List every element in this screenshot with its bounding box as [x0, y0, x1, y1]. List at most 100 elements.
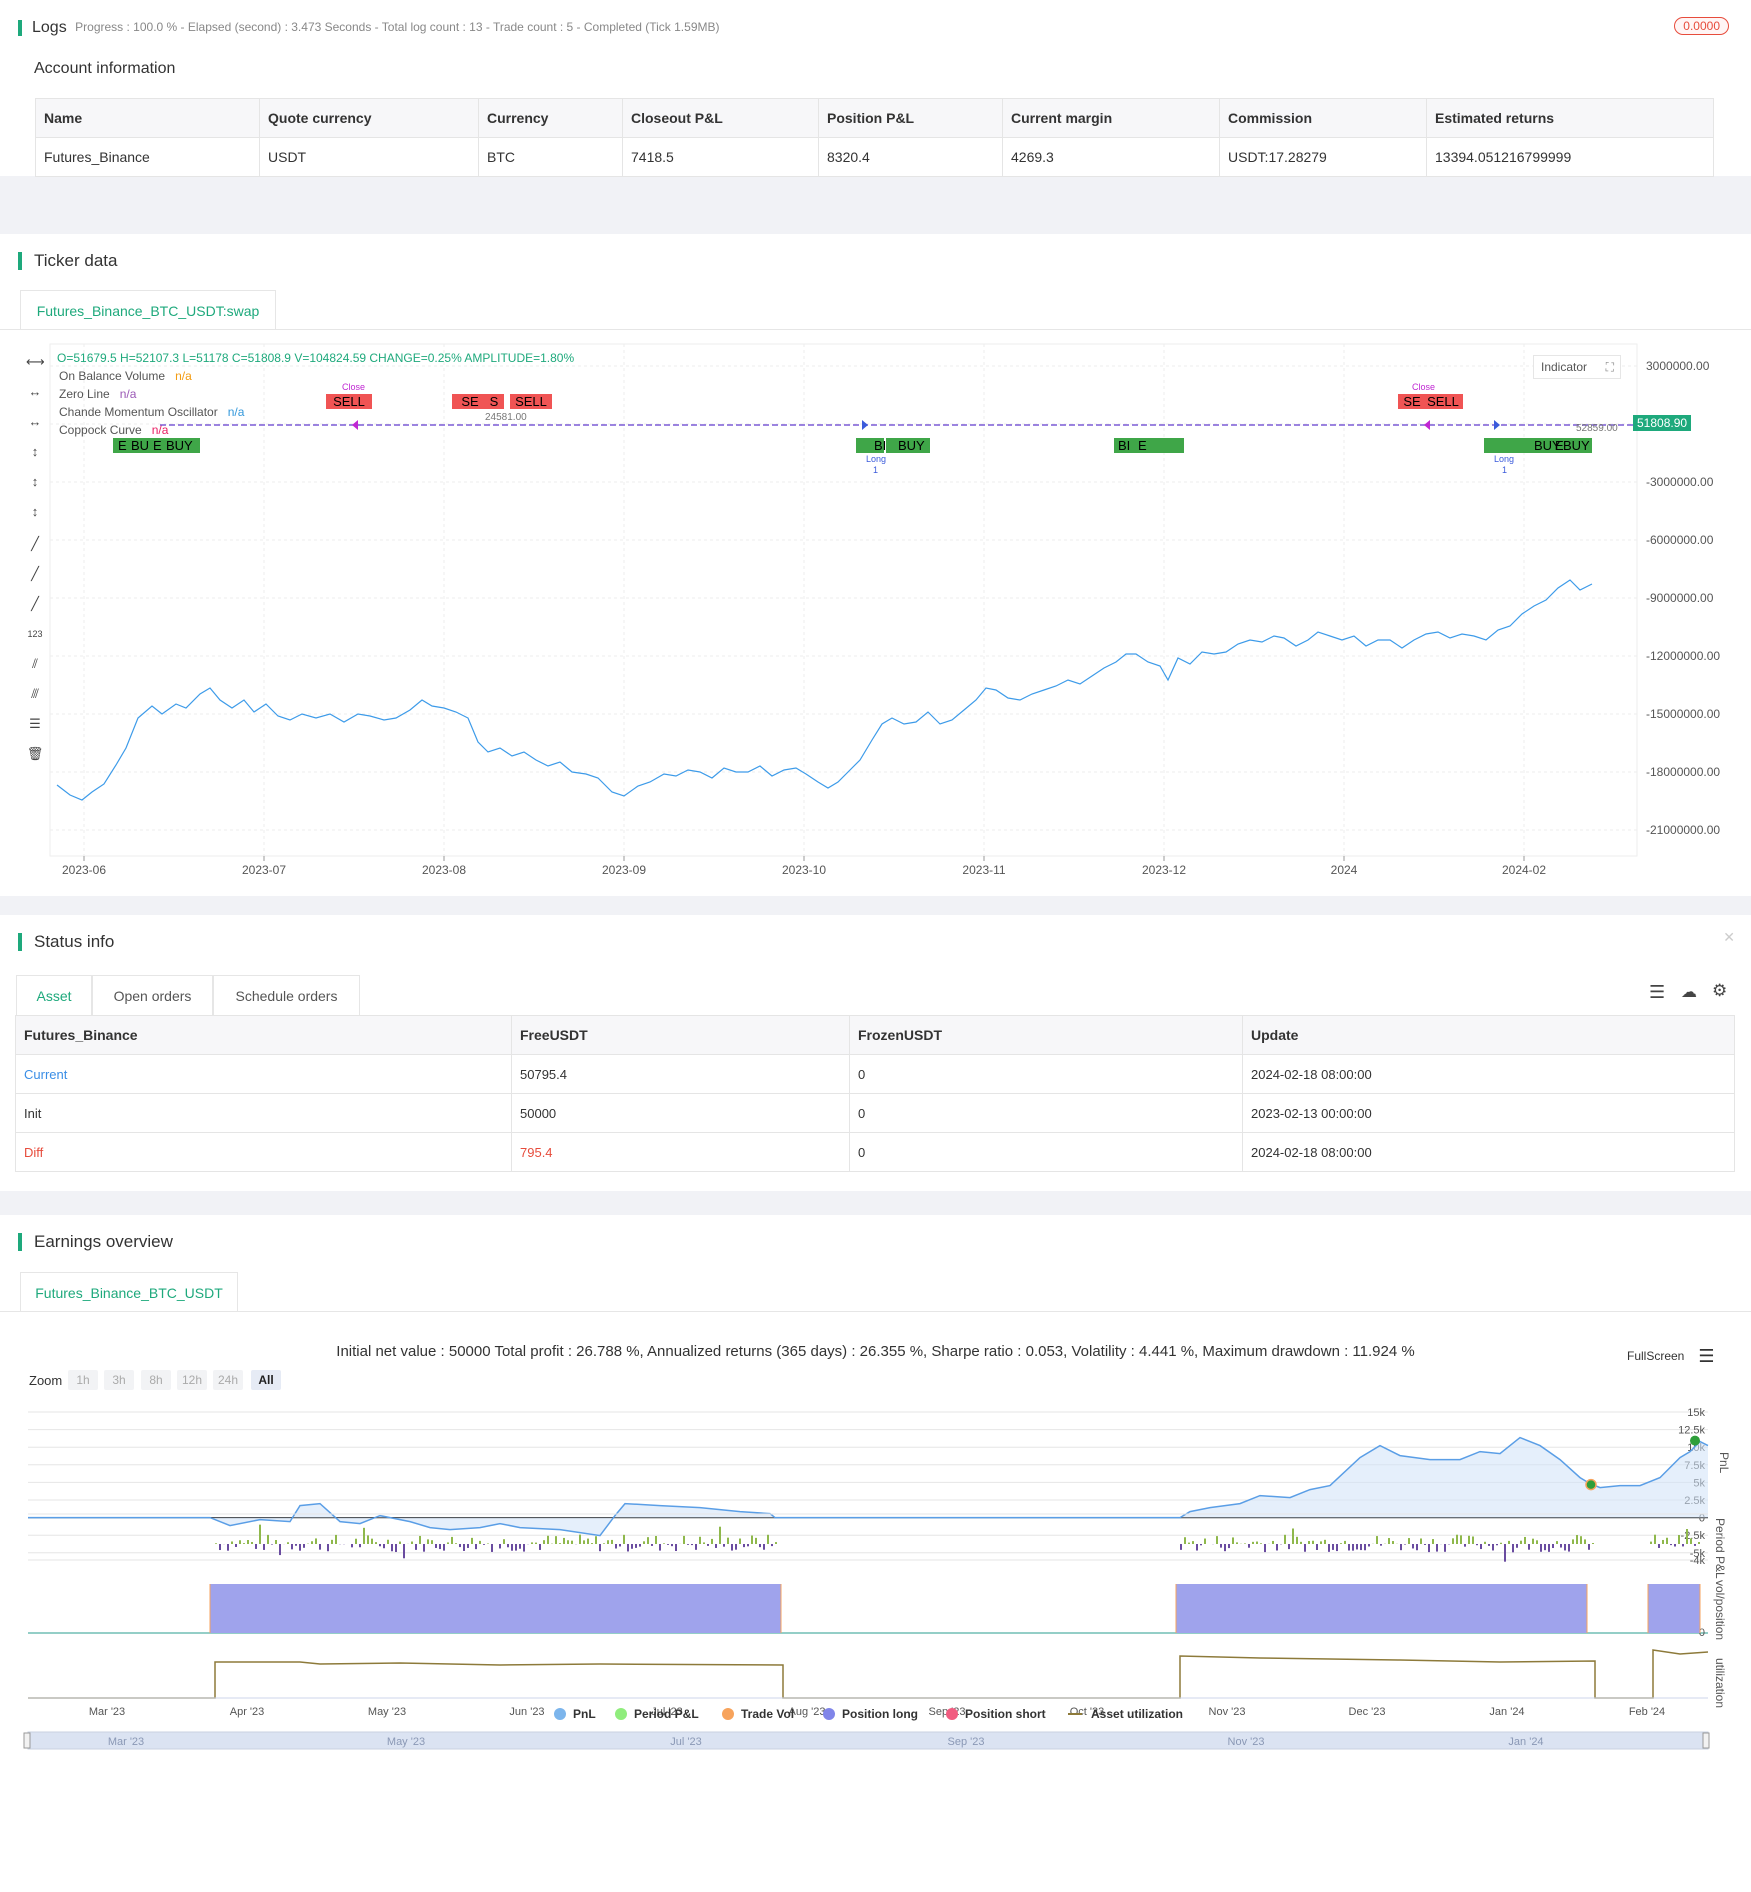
period-bar	[775, 1542, 777, 1544]
period-bar	[275, 1540, 277, 1544]
period-bar	[1560, 1544, 1562, 1548]
period-bar	[303, 1544, 305, 1548]
gear-icon[interactable]: ⚙	[1712, 981, 1727, 1001]
period-bar	[483, 1544, 485, 1545]
period-bar	[391, 1544, 393, 1552]
period-axis-title: Period P&L	[1713, 1518, 1727, 1579]
period-bar	[743, 1544, 745, 1548]
trade-arrow	[862, 420, 868, 430]
pnl-axis-title: PnL	[1717, 1452, 1731, 1474]
period-bar	[1204, 1538, 1206, 1544]
pnl-tick-label: 15k	[1687, 1407, 1705, 1419]
period-bar	[587, 1538, 589, 1544]
x-tick-label: 2023-08	[422, 863, 466, 877]
period-bar	[651, 1544, 653, 1546]
zoom-24h-button[interactable]: 24h	[213, 1370, 243, 1390]
period-bar	[1352, 1544, 1354, 1551]
legend-coppock-value: n/a	[151, 423, 169, 437]
period-bar	[267, 1534, 269, 1544]
buy-label: BI	[1118, 438, 1130, 453]
legend-label: Trade Vol	[741, 1707, 794, 1721]
zoom-8h-button[interactable]: 8h	[141, 1370, 171, 1390]
period-bar	[547, 1535, 549, 1544]
navigator: Mar '23 May '23 Jul '23 Sep '23 Nov '23 Jan '…	[23, 1731, 1710, 1750]
cloud-download-icon[interactable]: ☁	[1681, 982, 1697, 1002]
navigator-handle-left	[23, 1732, 31, 1749]
period-bar	[1524, 1536, 1526, 1544]
period-bar	[315, 1538, 317, 1544]
period-bar	[1228, 1544, 1230, 1549]
period-bar	[639, 1544, 641, 1547]
asset-row-current-label[interactable]: Current	[15, 1054, 512, 1094]
expand-icon[interactable]: ⛶	[1606, 356, 1614, 378]
logs-status-line: Progress : 100.0 % - Elapsed (second) : …	[75, 20, 720, 34]
period-bar	[443, 1544, 445, 1551]
logs-badge: 0.0000	[1674, 17, 1729, 35]
period-bar	[1592, 1543, 1594, 1544]
asset-header: FreeUSDT	[511, 1015, 850, 1055]
tab-schedule-orders[interactable]: Schedule orders	[213, 975, 360, 1015]
period-bar	[755, 1537, 757, 1544]
list-icon[interactable]: ☰	[1649, 982, 1665, 1003]
period-bar	[419, 1535, 421, 1544]
period-bar	[247, 1540, 249, 1544]
indicator-button[interactable]: Indicator ⛶	[1533, 355, 1621, 379]
navigator-tick-label: Jul '23	[670, 1736, 701, 1748]
zoom-1h-button[interactable]: 1h	[68, 1370, 98, 1390]
period-bar	[1654, 1534, 1656, 1544]
close-icon[interactable]: ✕	[1723, 929, 1735, 946]
legend-cmo-name: Chande Momentum Oscillator	[59, 405, 218, 419]
menu-icon[interactable]: ☰	[1698, 1346, 1714, 1366]
ticker-grid	[50, 344, 1637, 856]
price-annotation: 52859.00	[1576, 423, 1618, 434]
min-marker	[1585, 1478, 1597, 1491]
period-bar	[1504, 1544, 1506, 1562]
period-bar	[1312, 1540, 1314, 1544]
period-bar	[703, 1542, 705, 1544]
period-bar	[667, 1544, 669, 1545]
period-bar	[511, 1544, 513, 1551]
tab-open-orders[interactable]: Open orders	[92, 975, 213, 1015]
asset-cell: 0	[849, 1132, 1243, 1172]
tab-earnings-symbol[interactable]: Futures_Binance_BTC_USDT	[20, 1272, 238, 1312]
period-bar	[1678, 1535, 1680, 1544]
asset-cell: 50795.4	[511, 1054, 850, 1094]
period-bar	[631, 1544, 633, 1549]
asset-header: FrozenUSDT	[849, 1015, 1243, 1055]
y-tick-label: -18000000.00	[1646, 765, 1720, 779]
period-bar	[435, 1544, 437, 1548]
period-bar	[691, 1544, 693, 1546]
fullscreen-button[interactable]: FullScreen ☰	[1627, 1344, 1715, 1366]
x-tick-label: Nov '23	[1209, 1706, 1246, 1718]
period-bar	[1308, 1541, 1310, 1544]
period-bar	[1232, 1537, 1234, 1544]
period-bar	[731, 1544, 733, 1551]
period-bar	[1576, 1535, 1578, 1544]
buy-label: BUY	[1563, 438, 1590, 453]
period-bar	[335, 1534, 337, 1544]
period-bar	[279, 1544, 281, 1556]
period-bar	[1488, 1544, 1490, 1546]
zoom-3h-button[interactable]: 3h	[104, 1370, 134, 1390]
period-bar	[451, 1536, 453, 1544]
period-bar	[1380, 1544, 1382, 1546]
period-bar	[359, 1544, 361, 1548]
period-bar	[1400, 1544, 1402, 1551]
zoom-all-button[interactable]: All	[251, 1370, 281, 1390]
period-bar	[383, 1544, 385, 1549]
period-bar	[1580, 1536, 1582, 1544]
period-bar	[695, 1544, 697, 1550]
period-bar	[1416, 1544, 1418, 1551]
period-bar	[1520, 1540, 1522, 1544]
y-tick-label: -15000000.00	[1646, 707, 1720, 721]
period-bar	[291, 1544, 293, 1550]
indicator-label: Indicator	[1541, 360, 1588, 374]
period-bar	[371, 1538, 373, 1544]
tab-asset[interactable]: Asset	[16, 975, 92, 1015]
period-bar	[1568, 1544, 1570, 1552]
account-cell: 13394.051216799999	[1426, 137, 1714, 177]
period-bar	[707, 1544, 709, 1546]
period-bar	[327, 1544, 329, 1552]
zoom-12h-button[interactable]: 12h	[177, 1370, 207, 1390]
asset-cell: 2024-02-18 08:00:00	[1242, 1132, 1735, 1172]
